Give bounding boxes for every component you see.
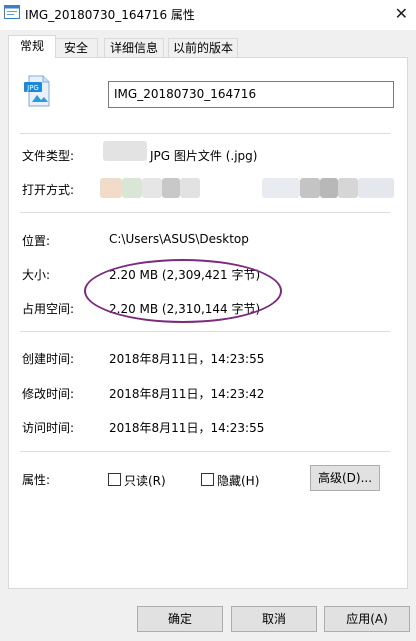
window-title: IMG_20180730_164716 属性 bbox=[25, 8, 195, 22]
general-panel bbox=[8, 57, 408, 589]
cancel-button[interactable]: 取消 bbox=[231, 606, 317, 632]
ok-button[interactable]: 确定 bbox=[137, 606, 223, 632]
divider bbox=[20, 212, 390, 213]
created-value: 2018年8月11日，14:23:55 bbox=[109, 352, 265, 366]
tab-security[interactable]: 安全 bbox=[54, 38, 98, 57]
location-label: 位置: bbox=[22, 234, 51, 248]
created-label: 创建时间: bbox=[22, 352, 75, 366]
filename-input[interactable]: IMG_20180730_164716 bbox=[108, 81, 394, 108]
modified-label: 修改时间: bbox=[22, 387, 75, 401]
tab-previous-versions[interactable]: 以前的版本 bbox=[168, 38, 238, 57]
size-label: 大小: bbox=[22, 268, 51, 282]
accessed-value: 2018年8月11日，14:23:55 bbox=[109, 421, 265, 435]
file-type-value: JPG 图片文件 (.jpg) bbox=[150, 149, 258, 163]
title-bar: IMG_20180730_164716 属性 ✕ bbox=[0, 0, 416, 30]
attributes-label: 属性: bbox=[22, 473, 51, 487]
disk-size-label: 占用空间: bbox=[22, 302, 75, 316]
jpg-icon-label: JPG bbox=[26, 84, 39, 92]
close-icon[interactable]: ✕ bbox=[395, 4, 408, 23]
location-value: C:\Users\ASUS\Desktop bbox=[109, 232, 249, 246]
apply-button[interactable]: 应用(A) bbox=[324, 606, 410, 632]
file-type-label: 文件类型: bbox=[22, 149, 75, 163]
open-with-label: 打开方式: bbox=[22, 183, 75, 197]
hidden-checkbox[interactable] bbox=[201, 473, 214, 486]
jpg-file-icon: JPG bbox=[24, 75, 50, 107]
tab-details[interactable]: 详细信息 bbox=[104, 38, 164, 57]
accessed-label: 访问时间: bbox=[22, 421, 75, 435]
file-properties-icon bbox=[4, 5, 20, 19]
tab-general[interactable]: 常规 bbox=[8, 35, 56, 58]
modified-value: 2018年8月11日，14:23:42 bbox=[109, 387, 265, 401]
readonly-checkbox[interactable] bbox=[108, 473, 121, 486]
divider bbox=[20, 133, 390, 134]
file-type-app-icon bbox=[103, 141, 147, 161]
readonly-label[interactable]: 只读(R) bbox=[124, 472, 166, 489]
highlight-ellipse bbox=[84, 259, 282, 323]
hidden-label[interactable]: 隐藏(H) bbox=[217, 472, 259, 489]
advanced-button[interactable]: 高级(D)... bbox=[310, 465, 380, 491]
divider bbox=[20, 331, 390, 332]
divider bbox=[20, 451, 390, 452]
